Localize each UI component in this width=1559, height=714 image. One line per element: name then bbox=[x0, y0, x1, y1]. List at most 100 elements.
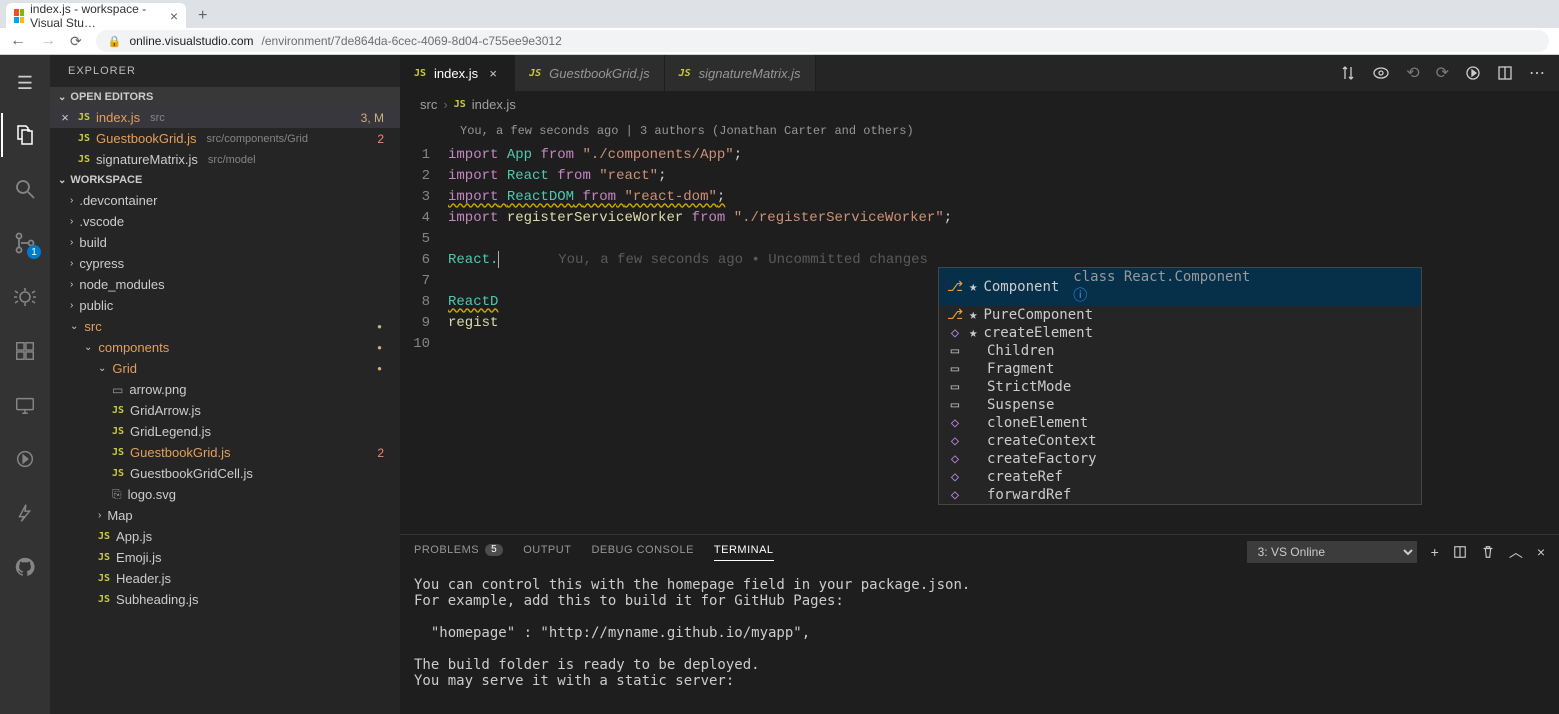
close-panel-icon[interactable]: × bbox=[1537, 544, 1545, 560]
back-button[interactable]: ← bbox=[10, 32, 26, 50]
file-item[interactable]: JSHeader.js bbox=[50, 568, 400, 589]
open-editor-item[interactable]: × JS index.js src 3, M bbox=[50, 107, 400, 128]
more-icon[interactable]: ⋯ bbox=[1529, 63, 1545, 83]
file-item[interactable]: ▭arrow.png bbox=[50, 379, 400, 400]
revert-icon[interactable] bbox=[1372, 66, 1390, 80]
folder-item[interactable]: ›.vscode bbox=[50, 211, 400, 232]
info-icon[interactable]: ⓘ bbox=[1073, 288, 1087, 304]
chevron-down-icon: ⌄ bbox=[58, 92, 66, 103]
folder-item[interactable]: ›node_modules bbox=[50, 274, 400, 295]
search-icon[interactable] bbox=[1, 167, 49, 211]
star-icon: ★ bbox=[969, 279, 977, 295]
suggest-item[interactable]: ▭ Children bbox=[939, 342, 1421, 360]
intellisense-widget[interactable]: ⎇ ★ Component class React.Component ⓘ⎇ ★… bbox=[938, 267, 1422, 505]
split-terminal-icon[interactable] bbox=[1453, 545, 1467, 559]
js-file-icon: JS bbox=[112, 447, 124, 458]
next-change-icon[interactable]: ⟳ bbox=[1436, 63, 1449, 83]
file-item[interactable]: JSEmoji.js bbox=[50, 547, 400, 568]
new-tab-button[interactable]: + bbox=[192, 7, 213, 25]
file-item[interactable]: JSApp.js bbox=[50, 526, 400, 547]
suggest-item[interactable]: ◇ createContext bbox=[939, 432, 1421, 450]
maximize-panel-icon[interactable]: ︿ bbox=[1509, 542, 1523, 562]
sidebar-title: EXPLORER bbox=[50, 55, 400, 87]
debug-icon[interactable] bbox=[1, 275, 49, 319]
file-item[interactable]: JSGuestbookGridCell.js bbox=[50, 463, 400, 484]
explorer-icon[interactable] bbox=[1, 113, 49, 157]
compare-changes-icon[interactable] bbox=[1340, 65, 1356, 81]
suggest-kind-icon: ⎇ bbox=[947, 307, 963, 323]
prev-change-icon[interactable]: ⟲ bbox=[1406, 63, 1419, 83]
browser-tab[interactable]: index.js - workspace - Visual Stu… × bbox=[6, 3, 186, 29]
suggest-item[interactable]: ⎇ ★ PureComponent bbox=[939, 306, 1421, 324]
tab-terminal[interactable]: TERMINAL bbox=[714, 544, 774, 561]
suggest-item[interactable]: ◇ createRef bbox=[939, 468, 1421, 486]
source-control-icon[interactable]: 1 bbox=[1, 221, 49, 265]
code-editor[interactable]: You, a few seconds ago | 3 authors (Jona… bbox=[400, 118, 1559, 534]
file-item[interactable]: JSGridLegend.js bbox=[50, 421, 400, 442]
suggest-kind-icon: ◇ bbox=[947, 325, 963, 341]
chevron-right-icon: › bbox=[70, 300, 73, 311]
run-icon[interactable] bbox=[1465, 65, 1481, 81]
chevron-right-icon: › bbox=[70, 237, 73, 248]
browser-toolbar: ← → ⟳ 🔒 online.visualstudio.com/environm… bbox=[0, 28, 1559, 55]
codelens-text: You, a few seconds ago | 3 authors (Jona… bbox=[400, 118, 1559, 144]
image-file-icon: ▭ bbox=[112, 383, 123, 397]
workspace-header[interactable]: ⌄ WORKSPACE bbox=[50, 170, 400, 190]
github-icon[interactable] bbox=[1, 545, 49, 589]
explorer-sidebar: EXPLORER ⌄ OPEN EDITORS × JS index.js sr… bbox=[50, 55, 400, 714]
terminal-content[interactable]: You can control this with the homepage f… bbox=[400, 569, 1559, 714]
reload-button[interactable]: ⟳ bbox=[70, 33, 82, 50]
suggest-item[interactable]: ◇ ★ createElement bbox=[939, 324, 1421, 342]
open-editors-header[interactable]: ⌄ OPEN EDITORS bbox=[50, 87, 400, 107]
file-item[interactable]: JSGridArrow.js bbox=[50, 400, 400, 421]
editor-tab[interactable]: JS signatureMatrix.js bbox=[665, 55, 816, 91]
folder-item[interactable]: ›cypress bbox=[50, 253, 400, 274]
tab-debug-console[interactable]: DEBUG CONSOLE bbox=[591, 544, 693, 560]
close-icon[interactable]: × bbox=[486, 66, 500, 81]
suggest-item[interactable]: ◇ cloneElement bbox=[939, 414, 1421, 432]
js-file-icon: JS bbox=[414, 68, 426, 79]
breadcrumbs[interactable]: src › JS index.js bbox=[400, 91, 1559, 118]
remote-explorer-icon[interactable] bbox=[1, 383, 49, 427]
suggest-kind-icon: ⎇ bbox=[947, 279, 963, 295]
new-terminal-icon[interactable]: + bbox=[1431, 544, 1439, 560]
js-file-icon: JS bbox=[112, 426, 124, 437]
folder-item[interactable]: ⌄components● bbox=[50, 337, 400, 358]
close-icon[interactable]: × bbox=[58, 110, 72, 125]
js-file-icon: JS bbox=[78, 112, 90, 123]
tab-problems[interactable]: PROBLEMS5 bbox=[414, 544, 503, 560]
editor-tab[interactable]: JS GuestbookGrid.js bbox=[515, 55, 664, 91]
suggest-item[interactable]: ▭ Suspense bbox=[939, 396, 1421, 414]
folder-item[interactable]: ⌄Grid● bbox=[50, 358, 400, 379]
kill-terminal-icon[interactable] bbox=[1481, 545, 1495, 559]
open-editor-item[interactable]: JS GuestbookGrid.js src/components/Grid … bbox=[50, 128, 400, 149]
folder-item[interactable]: ›public bbox=[50, 295, 400, 316]
open-editor-item[interactable]: JS signatureMatrix.js src/model bbox=[50, 149, 400, 170]
file-item[interactable]: ⎘logo.svg bbox=[50, 484, 400, 505]
bottom-panel: PROBLEMS5 OUTPUT DEBUG CONSOLE TERMINAL … bbox=[400, 534, 1559, 714]
suggest-item[interactable]: ▭ StrictMode bbox=[939, 378, 1421, 396]
azure-icon[interactable] bbox=[1, 491, 49, 535]
folder-item[interactable]: ›.devcontainer bbox=[50, 190, 400, 211]
editor-tab[interactable]: JS index.js × bbox=[400, 55, 515, 91]
forward-button[interactable]: → bbox=[40, 32, 56, 50]
extensions-icon[interactable] bbox=[1, 329, 49, 373]
suggest-item[interactable]: ◇ forwardRef bbox=[939, 486, 1421, 504]
liveshare-icon[interactable] bbox=[1, 437, 49, 481]
suggest-item[interactable]: ▭ Fragment bbox=[939, 360, 1421, 378]
folder-item[interactable]: ›build bbox=[50, 232, 400, 253]
split-editor-icon[interactable] bbox=[1497, 65, 1513, 81]
suggest-item[interactable]: ⎇ ★ Component class React.Component ⓘ bbox=[939, 268, 1421, 306]
close-icon[interactable]: × bbox=[170, 8, 178, 24]
terminal-selector[interactable]: 3: VS Online bbox=[1247, 541, 1417, 563]
file-item[interactable]: JSSubheading.js bbox=[50, 589, 400, 610]
js-file-icon: JS bbox=[98, 594, 110, 605]
address-path: /environment/7de864da-6cec-4069-8d04-c75… bbox=[262, 34, 562, 48]
tab-output[interactable]: OUTPUT bbox=[523, 544, 571, 560]
app-menu-button[interactable]: ☰ bbox=[1, 63, 49, 103]
file-item[interactable]: JSGuestbookGrid.js2 bbox=[50, 442, 400, 463]
folder-item[interactable]: ⌄src● bbox=[50, 316, 400, 337]
folder-item[interactable]: ›Map bbox=[50, 505, 400, 526]
address-bar[interactable]: 🔒 online.visualstudio.com/environment/7d… bbox=[96, 30, 1549, 52]
suggest-item[interactable]: ◇ createFactory bbox=[939, 450, 1421, 468]
